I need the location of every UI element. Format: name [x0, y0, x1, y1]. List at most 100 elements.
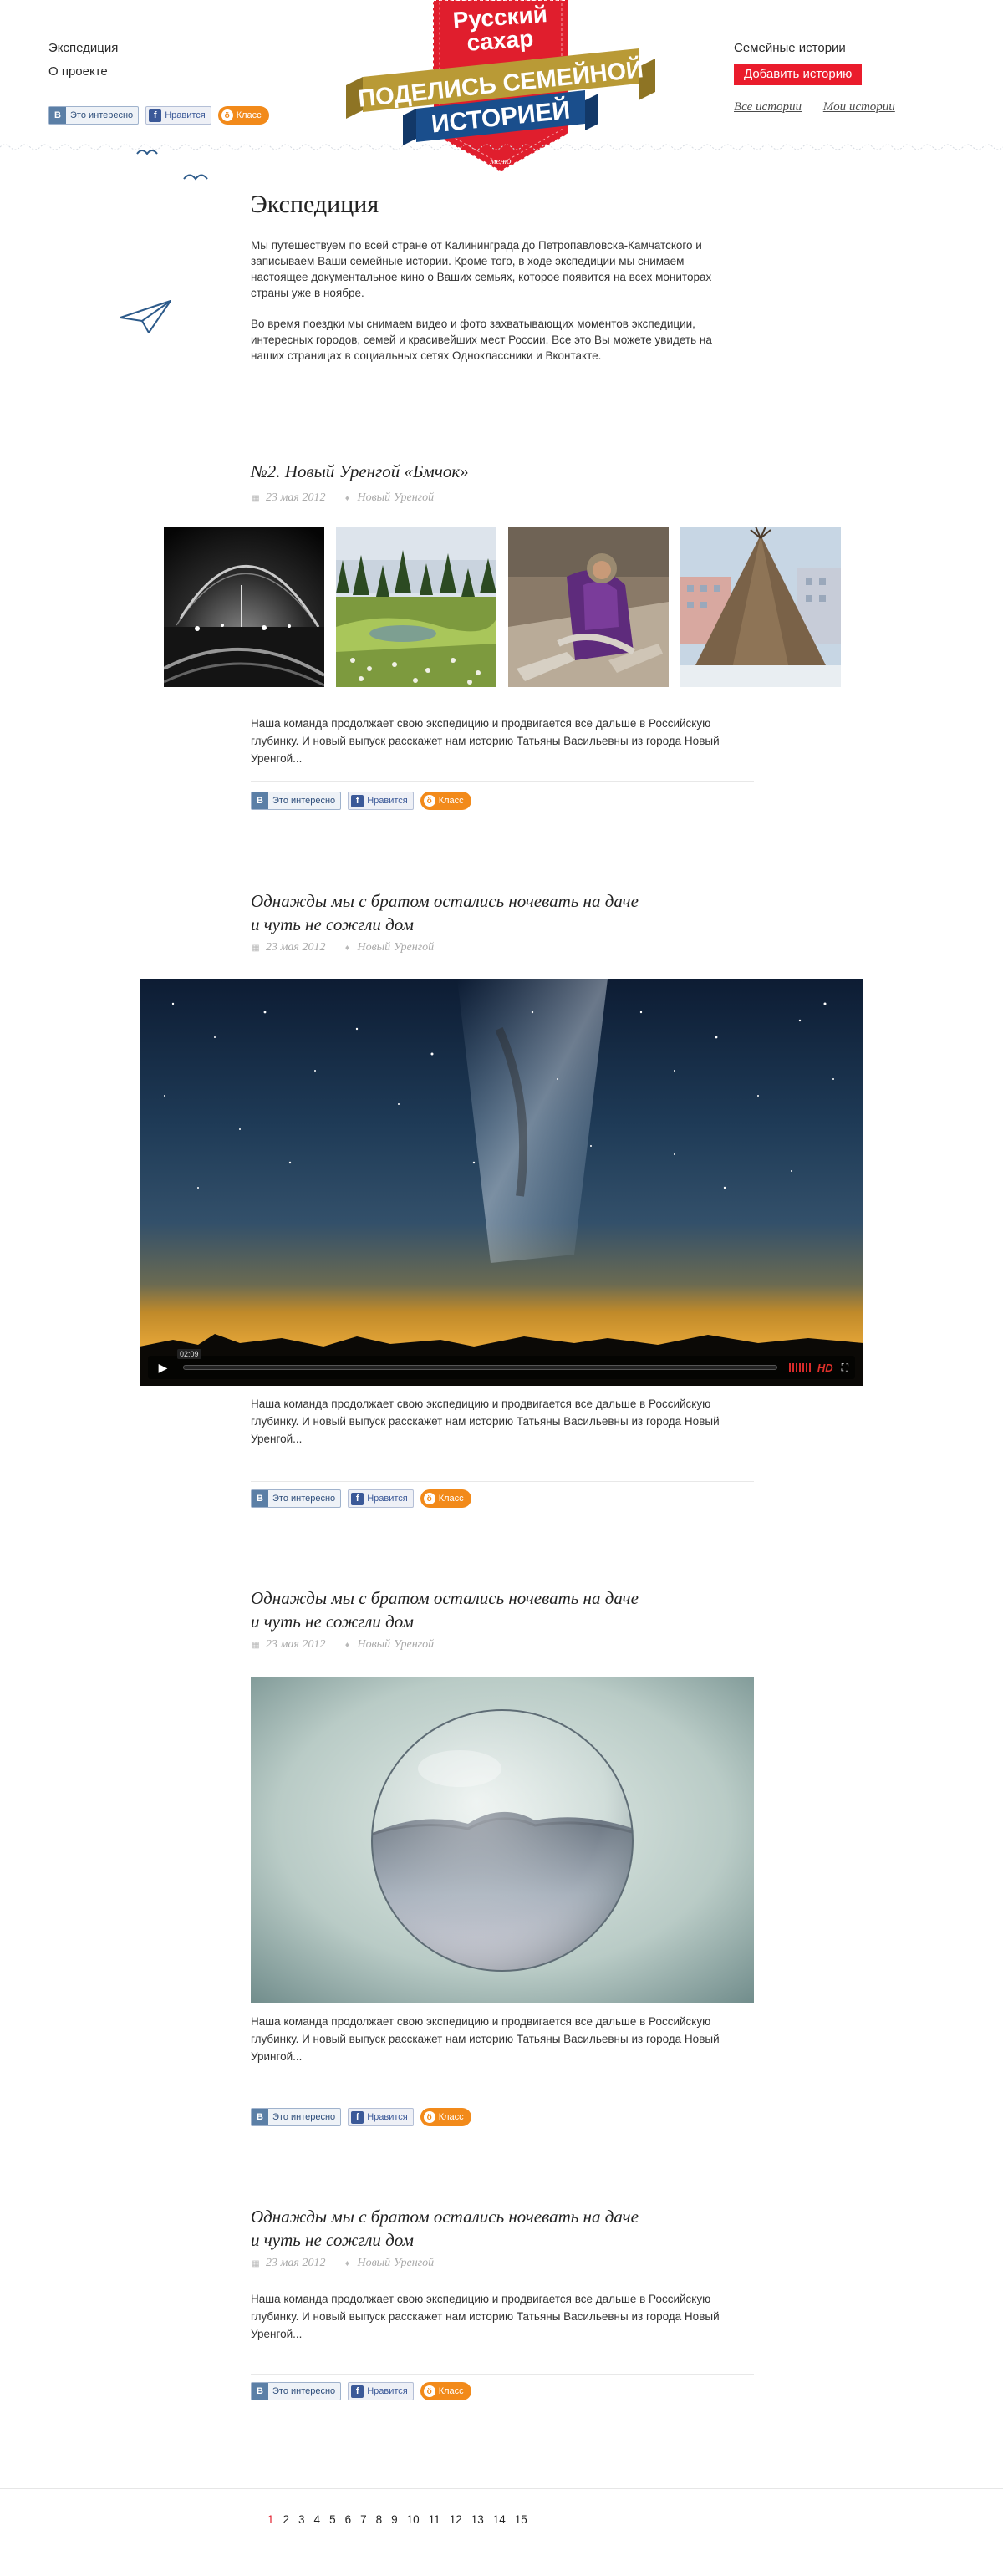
page-link[interactable]: 14 [493, 2513, 506, 2526]
post-1-title[interactable]: №2. Новый Уренгой «Бмчок» [251, 460, 769, 483]
header-nav-left: Экспедиция О проекте [48, 37, 118, 84]
gallery-photo-woman-fish[interactable] [508, 527, 669, 687]
hd-toggle[interactable]: HD [817, 1362, 833, 1374]
gallery-photo-night-city[interactable] [164, 527, 324, 687]
page-link[interactable]: 13 [471, 2513, 484, 2526]
ok-class-label: Класс [236, 110, 262, 120]
fb-like-button[interactable]: f Нравится [348, 1489, 414, 1508]
ok-class-label: Класс [438, 796, 464, 806]
page-link[interactable]: 1 [267, 2513, 274, 2526]
intro-paragraph-2: Во время поездки мы снимаем видео и фото… [251, 318, 712, 362]
page-link[interactable]: 9 [391, 2513, 398, 2526]
location-pin-icon: ♦ [344, 2259, 349, 2268]
fb-like-button[interactable]: f Нравится [145, 106, 211, 125]
facebook-logo-icon: f [149, 109, 162, 122]
vk-share-button[interactable]: В Это интересно [251, 1489, 342, 1508]
page-link[interactable]: 3 [298, 2513, 305, 2526]
post-1-date: 23 мая 2012 [266, 491, 326, 504]
fb-like-label: Нравится [367, 2386, 408, 2396]
page-link[interactable]: 12 [450, 2513, 462, 2526]
vk-share-button[interactable]: В Это интересно [251, 2382, 342, 2400]
post-4-share: В Это интересно f Нравится ö Класс [251, 2382, 471, 2400]
video-frame-night-sky [140, 979, 863, 1386]
post-3-image-water-sphere[interactable] [251, 1677, 754, 2003]
page-link[interactable]: 10 [407, 2513, 420, 2526]
post-3-title-line-1: Однажды мы с братом остались ночевать на… [251, 1588, 639, 1608]
post-2-title[interactable]: Однажды мы с братом остались ночевать на… [251, 889, 769, 936]
post-1-divider [251, 781, 754, 782]
post-4-title-line-2: и чуть не сожгли дом [251, 2230, 414, 2250]
page-link[interactable]: 15 [515, 2513, 527, 2526]
ok-class-button[interactable]: ö Класс [420, 792, 471, 810]
fb-like-label: Нравится [165, 110, 206, 120]
post-1-meta: ▦ 23 мая 2012 ♦ Новый Уренгой [251, 491, 434, 505]
post-1-place: Новый Уренгой [357, 491, 435, 504]
fb-like-button[interactable]: f Нравится [348, 2108, 414, 2126]
vk-share-button[interactable]: В Это интересно [251, 792, 342, 810]
ok-class-button[interactable]: ö Класс [420, 2108, 471, 2126]
location-pin-icon: ♦ [344, 944, 349, 953]
ok-class-label: Класс [438, 2112, 464, 2122]
post-4-date-wrap: ▦ 23 мая 2012 [251, 2257, 325, 2270]
bird-icon [136, 150, 208, 181]
gallery-photo-tundra[interactable] [336, 527, 496, 687]
vk-logo-icon: В [252, 1490, 268, 1507]
video-controls: ▶ 02:09 HD ⛶ [148, 1349, 855, 1379]
page-link[interactable]: 4 [314, 2513, 321, 2526]
post-4-title-line-1: Однажды мы с братом остались ночевать на… [251, 2207, 639, 2227]
ok-class-label: Класс [438, 1494, 464, 1504]
post-3-title[interactable]: Однажды мы с братом остались ночевать на… [251, 1586, 769, 1633]
calendar-icon: ▦ [252, 494, 260, 503]
page-link[interactable]: 11 [429, 2513, 440, 2526]
post-3-place-wrap: ♦ Новый Уренгой [342, 1638, 434, 1652]
vk-logo-icon: В [252, 2383, 268, 2400]
post-3-date: 23 мая 2012 [266, 1638, 326, 1651]
header-nav-right: Семейные истории Добавить историю Все ис… [734, 37, 926, 115]
nav-about-link[interactable]: О проекте [48, 60, 118, 84]
fb-like-button[interactable]: f Нравится [348, 792, 414, 810]
fb-like-button[interactable]: f Нравится [348, 2382, 414, 2400]
odnoklassniki-logo-icon: ö [221, 109, 233, 121]
nav-expedition-link[interactable]: Экспедиция [48, 37, 118, 60]
vk-logo-icon: В [252, 2109, 268, 2125]
post-4-title[interactable]: Однажды мы с братом остались ночевать на… [251, 2205, 769, 2252]
post-4-text: Наша команда продолжает свою экспедицию … [251, 2293, 720, 2340]
calendar-icon: ▦ [252, 944, 260, 953]
volume-icon[interactable] [788, 1363, 811, 1372]
page-link[interactable]: 7 [360, 2513, 367, 2526]
vk-share-button[interactable]: В Это интересно [48, 106, 140, 125]
location-pin-icon: ♦ [344, 1641, 349, 1650]
ok-class-button[interactable]: ö Класс [420, 2382, 471, 2400]
facebook-logo-icon: f [351, 2385, 364, 2398]
all-stories-link[interactable]: Все истории [734, 100, 802, 114]
vk-share-label: Это интересно [272, 796, 336, 806]
post-2-date-wrap: ▦ 23 мая 2012 [251, 941, 325, 955]
post-2-video-player[interactable]: ▶ 02:09 HD ⛶ [140, 979, 863, 1386]
video-time: 02:09 [177, 1349, 201, 1359]
page-link[interactable]: 8 [376, 2513, 383, 2526]
post-2-place-wrap: ♦ Новый Уренгой [342, 941, 434, 955]
calendar-icon: ▦ [252, 2259, 260, 2268]
post-4-date: 23 мая 2012 [266, 2257, 326, 2269]
intro-section: Экспедиция Мы путешествуем по всей стран… [251, 191, 736, 379]
paper-plane-icon [120, 300, 171, 333]
page-link[interactable]: 2 [283, 2513, 290, 2526]
play-icon[interactable]: ▶ [155, 1359, 171, 1376]
family-stories-link[interactable]: Семейные истории [734, 37, 926, 60]
vk-share-button[interactable]: В Это интересно [251, 2108, 342, 2126]
fullscreen-icon[interactable]: ⛶ [842, 1362, 848, 1374]
post-3-title-line-2: и чуть не сожгли дом [251, 1611, 414, 1632]
post-2-meta: ▦ 23 мая 2012 ♦ Новый Уренгой [251, 941, 434, 955]
post-3-meta: ▦ 23 мая 2012 ♦ Новый Уренгой [251, 1638, 434, 1652]
page-link[interactable]: 6 [345, 2513, 352, 2526]
video-progress-bar[interactable]: 02:09 [177, 1349, 777, 1370]
gallery-photo-chum-tent[interactable] [680, 527, 841, 687]
add-story-button[interactable]: Добавить историю [734, 64, 863, 85]
my-stories-link[interactable]: Мои истории [823, 100, 895, 114]
ok-class-button[interactable]: ö Класс [420, 1489, 471, 1508]
odnoklassniki-logo-icon: ö [423, 2385, 435, 2397]
ok-class-button[interactable]: ö Класс [217, 106, 269, 125]
vk-logo-icon: В [49, 107, 66, 124]
odnoklassniki-logo-icon: ö [423, 1493, 435, 1504]
page-link[interactable]: 5 [329, 2513, 336, 2526]
